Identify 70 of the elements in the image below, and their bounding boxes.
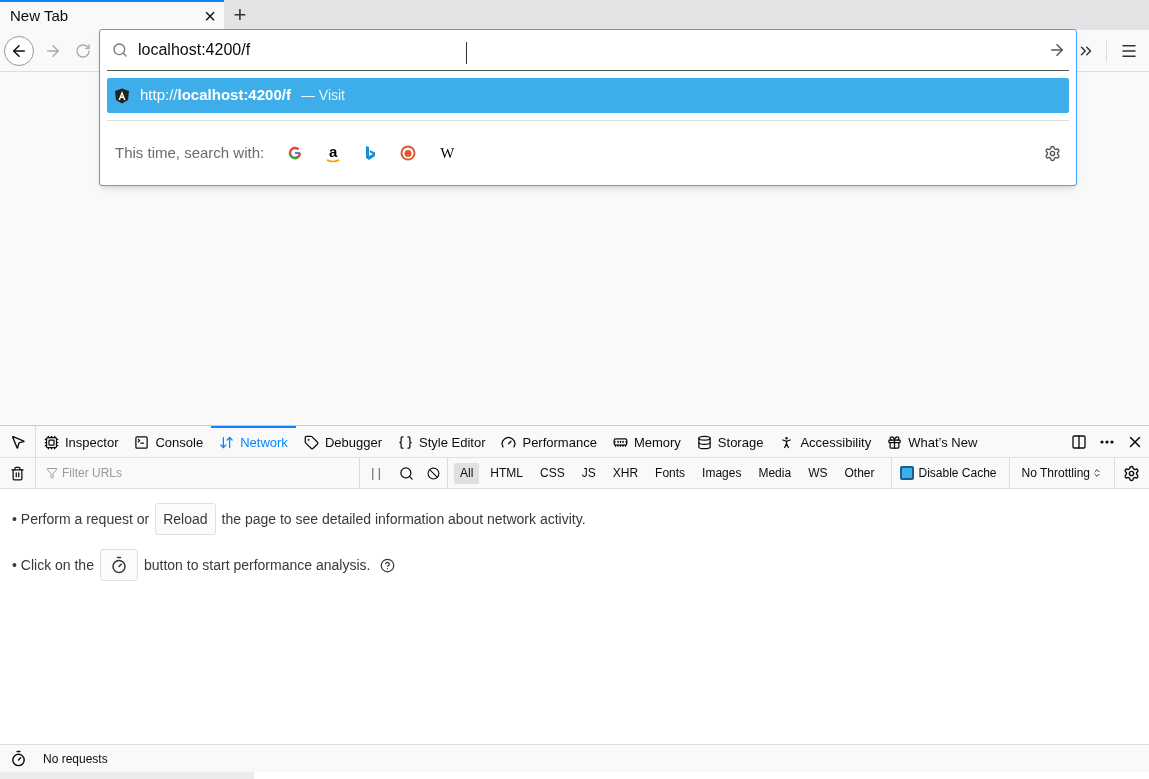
suggestion-url: http://localhost:4200/f — [140, 85, 291, 106]
type-filter-button[interactable]: XHR — [606, 462, 645, 484]
devtools-tab[interactable]: Debugger — [295, 426, 390, 457]
stopwatch-icon — [109, 556, 128, 574]
type-filter-button[interactable]: WS — [802, 462, 834, 484]
reload-button[interactable]: Reload — [155, 503, 216, 535]
database-icon — [696, 435, 712, 450]
type-filter-button[interactable]: Media — [752, 462, 798, 484]
duck-logo-icon[interactable] — [400, 145, 417, 161]
devtools-tab[interactable]: Console — [126, 426, 212, 457]
split-panel-icon — [1071, 433, 1087, 450]
devtools-tab[interactable]: Storage — [688, 426, 772, 457]
braces-icon — [398, 435, 413, 450]
settings-icon — [1122, 464, 1140, 482]
bing-logo-icon[interactable] — [364, 145, 377, 161]
type-filter-button[interactable]: CSS — [534, 462, 571, 484]
close-tab-button[interactable]: × — [204, 6, 216, 26]
google-logo-icon[interactable] — [288, 146, 303, 160]
wikipedia-logo-icon[interactable]: W — [440, 141, 455, 165]
shield-logo-icon — [114, 87, 130, 104]
devtools-tab[interactable]: Performance — [493, 426, 605, 457]
disable-cache-checkbox[interactable] — [900, 466, 915, 480]
type-filter-button[interactable]: Fonts — [649, 462, 692, 484]
pause-button[interactable]: | | — [360, 464, 392, 482]
devtools-tab[interactable]: What’s New — [879, 426, 986, 457]
search-with-label: This time, search with: — [115, 142, 265, 163]
chip-icon — [44, 435, 59, 450]
url-input[interactable]: localhost:4200/f — [138, 38, 1038, 62]
message-text: • Perform a request or — [12, 509, 150, 529]
type-filter-button[interactable]: Other — [838, 462, 881, 484]
tag-icon — [303, 435, 319, 450]
type-filter-button[interactable]: JS — [575, 462, 602, 484]
disable-cache-label: Disable Cache — [918, 465, 997, 482]
filter-icon — [46, 467, 58, 479]
stopwatch-button[interactable] — [99, 549, 138, 581]
trash-icon — [10, 465, 25, 481]
filter-field[interactable]: Filter URLs — [62, 464, 359, 482]
ellipsis-icon — [1100, 439, 1114, 444]
status-text: No requests — [43, 750, 108, 768]
gauge-icon — [501, 435, 517, 450]
new-tab-button[interactable]: + — [224, 0, 256, 30]
reload-icon — [75, 42, 91, 59]
devtools-tab[interactable]: Accessibility — [771, 426, 880, 457]
stopwatch-icon — [10, 750, 27, 767]
go-arrow-icon[interactable] — [1048, 41, 1066, 59]
up-down-arrows-icon — [219, 435, 235, 450]
memory-chip-icon — [612, 435, 628, 450]
tab-title: New Tab — [10, 5, 69, 26]
settings-icon[interactable] — [1044, 144, 1061, 162]
up-down-caret-icon — [1092, 468, 1102, 478]
message-text: the page to see detailed information about network activity. — [221, 509, 586, 529]
search-icon — [398, 465, 414, 481]
message-text: button to start performance analysis. — [143, 555, 371, 575]
throttling-select[interactable]: No Throttling — [1009, 458, 1115, 488]
devtools-tab[interactable]: Style Editor — [390, 426, 494, 457]
pointer-icon — [9, 433, 26, 450]
type-filter-button[interactable]: All — [454, 462, 480, 484]
browser-tab[interactable]: New Tab × — [0, 0, 224, 30]
type-filter-button[interactable]: HTML — [484, 462, 529, 484]
devtools-tab[interactable]: Memory — [604, 426, 689, 457]
help-icon[interactable] — [380, 557, 396, 573]
suggestion-action: — Visit — [300, 86, 345, 105]
message-text: • Click on the — [12, 555, 94, 575]
block-icon — [427, 466, 440, 480]
devtools-tab[interactable]: Inspector — [36, 426, 127, 457]
search-icon — [112, 42, 128, 58]
back-button[interactable] — [4, 35, 34, 66]
gift-icon — [887, 435, 903, 450]
terminal-icon — [134, 435, 150, 450]
type-filter-button[interactable]: Images — [696, 462, 748, 484]
